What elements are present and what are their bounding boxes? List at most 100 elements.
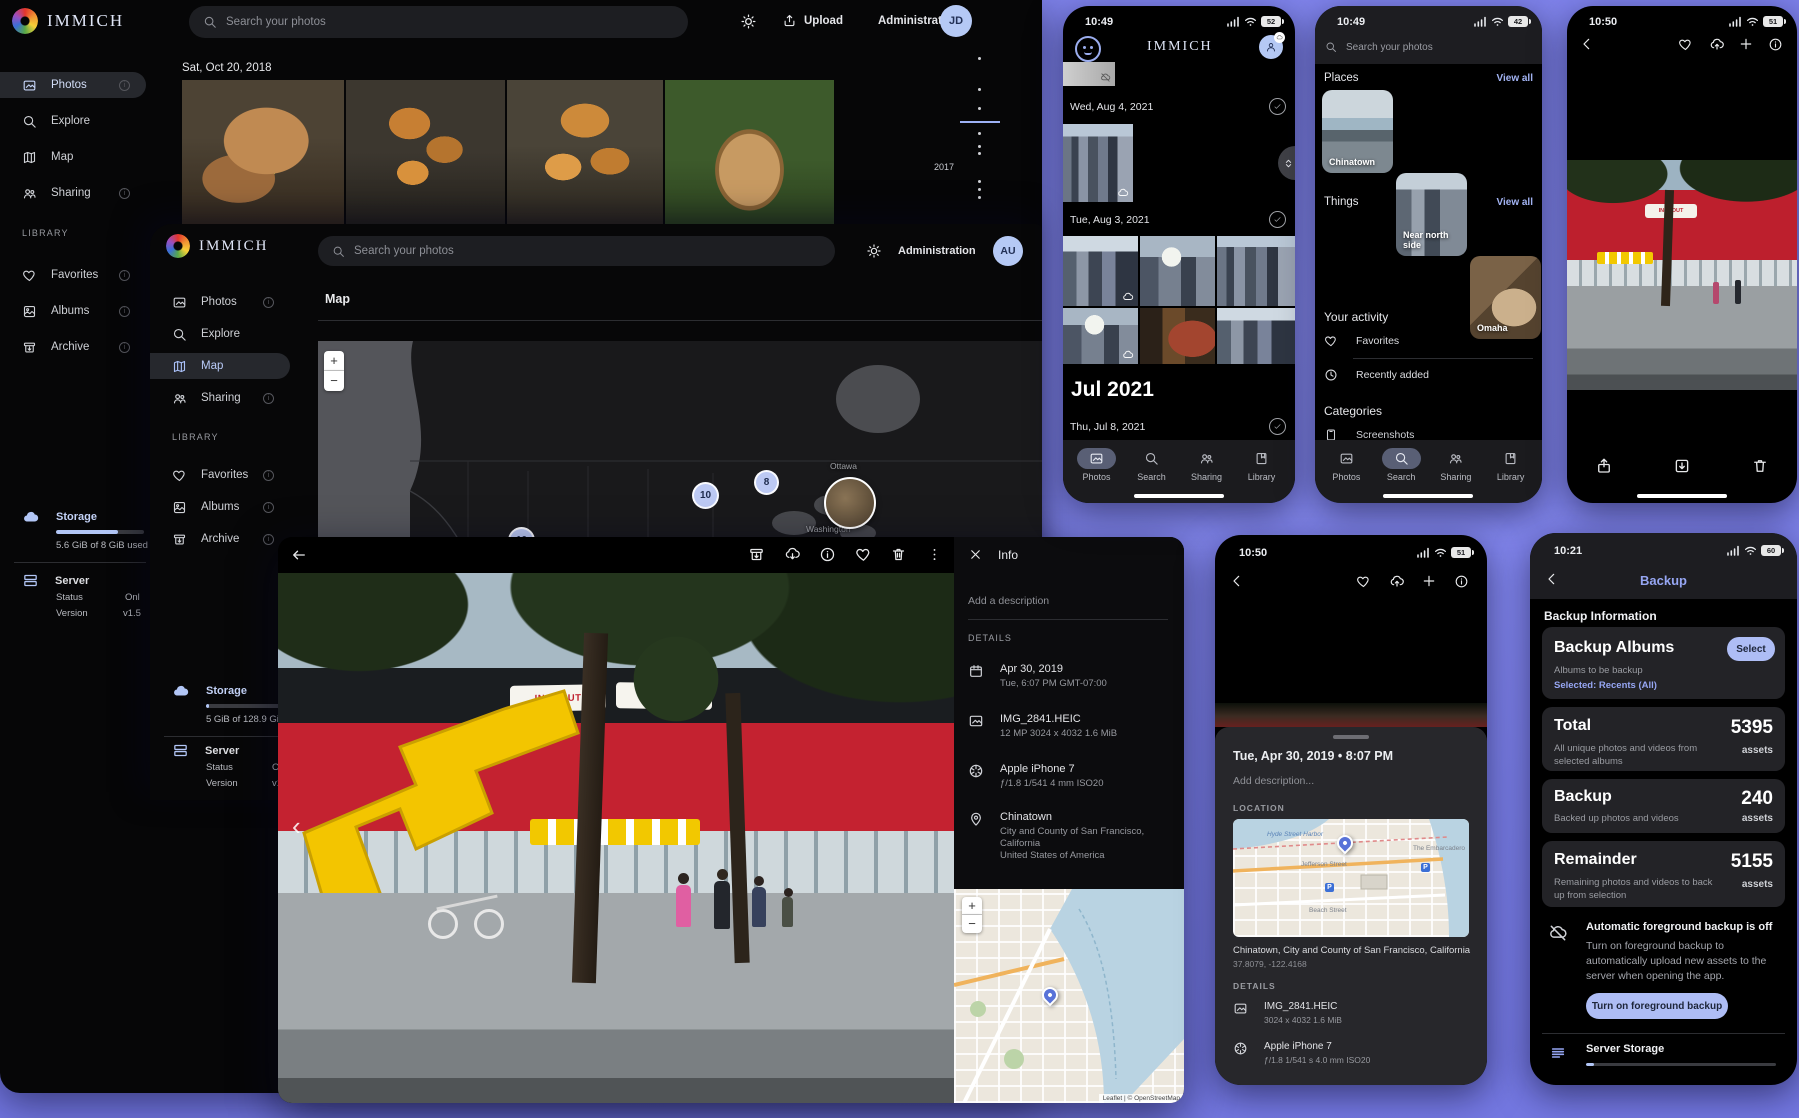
info-button[interactable] [1768, 37, 1783, 52]
zoom-in-button[interactable]: + [962, 897, 982, 915]
add-button[interactable] [1421, 573, 1437, 589]
sidebar-item-photos[interactable]: Photos i [0, 72, 146, 98]
photo-viewer[interactable]: IN-N-OUT IN-N-OUT ‹ [278, 573, 954, 1103]
photo-thumbnail[interactable] [665, 80, 834, 225]
sidebar-item-explore[interactable]: Explore [0, 108, 146, 134]
user-avatar-au[interactable]: AU [993, 236, 1023, 266]
upload-button[interactable] [1709, 37, 1725, 53]
view-all-link[interactable]: View all [1496, 197, 1533, 208]
sidebar-item-map[interactable]: Map [0, 144, 146, 170]
nav-photos[interactable]: Photos [1069, 448, 1124, 482]
map-cluster-marker[interactable]: 10 [692, 482, 719, 509]
place-thumbnail[interactable]: Chinatown [1322, 90, 1393, 173]
sidebar-item-explore[interactable]: Explore [150, 321, 290, 347]
pedestrian[interactable] [676, 885, 691, 927]
pedestrian[interactable] [714, 881, 730, 929]
pedestrian[interactable] [782, 897, 793, 927]
place-thumbnail[interactable]: Near north side [1396, 173, 1467, 256]
place-thumbnail[interactable]: Omaha [1470, 256, 1541, 339]
theme-toggle-button[interactable] [740, 13, 757, 30]
map-attribution[interactable]: Leaflet | © OpenStreetMap [1099, 1094, 1184, 1103]
view-all-link[interactable]: View all [1496, 73, 1533, 84]
activity-favorites[interactable]: Favorites [1324, 334, 1399, 348]
previous-photo-chevron[interactable]: ‹ [292, 811, 301, 842]
select-group-button[interactable] [1269, 211, 1286, 228]
location-address[interactable]: Chinatown, City and County of San Franci… [1233, 945, 1471, 956]
activity-recently-added[interactable]: Recently added [1324, 368, 1429, 382]
sidebar-item-sharing[interactable]: Sharing i [150, 385, 290, 411]
more-options-button[interactable] [926, 546, 943, 563]
nav-sharing[interactable]: Sharing [1429, 448, 1484, 482]
add-button[interactable] [1738, 36, 1754, 52]
photo-tile[interactable] [1140, 236, 1215, 306]
sidebar-item-photos[interactable]: Photos i [150, 289, 290, 315]
info-button[interactable] [819, 546, 836, 563]
location-map[interactable]: Hyde Street Harbor The Embarcadero Jeffe… [1233, 819, 1469, 937]
share-button[interactable] [1595, 457, 1613, 475]
favorite-button[interactable] [1356, 574, 1371, 589]
detail-date-row[interactable]: Apr 30, 2019 Tue, 6:07 PM GMT-07:00 [968, 663, 1107, 689]
nav-library[interactable]: Library [1483, 448, 1538, 482]
photo-tile[interactable] [1063, 124, 1133, 202]
photo-tile[interactable] [1063, 236, 1138, 306]
photo-viewer[interactable]: IN-N-OUT [1567, 160, 1797, 390]
back-button[interactable] [290, 546, 308, 564]
nav-sharing[interactable]: Sharing [1179, 448, 1234, 482]
nav-library[interactable]: Library [1234, 448, 1289, 482]
zoom-in-button[interactable]: + [324, 351, 344, 371]
photo-thumbnail[interactable] [182, 80, 344, 225]
photo-thumbnail[interactable] [346, 80, 505, 225]
close-info-button[interactable] [968, 547, 983, 562]
photo-tile[interactable] [1217, 308, 1295, 364]
timeline-scrubber[interactable]: 2017 [928, 50, 998, 220]
turn-on-backup-button[interactable]: Turn on foreground backup [1586, 993, 1728, 1019]
sidebar-item-albums[interactable]: Albums i [150, 494, 290, 520]
upload-button[interactable] [1389, 574, 1405, 590]
pedestrian[interactable] [752, 887, 766, 927]
zoom-out-button[interactable]: − [324, 371, 344, 391]
photo-tile[interactable] [1063, 62, 1115, 86]
nav-photos[interactable]: Photos [1319, 448, 1374, 482]
back-button[interactable] [1229, 573, 1245, 589]
back-button[interactable] [1579, 36, 1595, 52]
select-group-button[interactable] [1269, 418, 1286, 435]
delete-button[interactable] [890, 546, 907, 563]
sidebar-item-favorites[interactable]: Favorites i [150, 462, 290, 488]
upload-button[interactable]: Upload [782, 13, 843, 28]
user-avatar[interactable] [1259, 35, 1283, 59]
map-cluster-marker[interactable]: 8 [754, 470, 779, 495]
search-input[interactable]: Search your photos [318, 236, 835, 266]
download-button[interactable] [784, 546, 801, 563]
sidebar-item-map[interactable]: Map [150, 353, 290, 379]
sidebar-item-archive[interactable]: Archive i [150, 526, 290, 552]
description-input[interactable]: Add a description [968, 595, 1049, 607]
immich-logo[interactable]: IMMICH [166, 234, 269, 258]
nav-search[interactable]: Search [1374, 448, 1429, 482]
sidebar-item-albums[interactable]: Albums i [0, 298, 146, 324]
nav-search[interactable]: Search [1124, 448, 1179, 482]
immich-logo[interactable]: IMMICH [12, 8, 124, 34]
photo-tile[interactable] [1217, 236, 1295, 306]
sidebar-item-sharing[interactable]: Sharing i [0, 180, 146, 206]
archive-button[interactable] [1673, 457, 1691, 475]
detail-location-row[interactable]: Chinatown City and County of San Francis… [968, 811, 1144, 861]
info-button[interactable] [1454, 574, 1469, 589]
sheet-drag-handle[interactable] [1333, 735, 1369, 739]
archive-button[interactable] [748, 546, 765, 563]
timeline-scrubber-handle[interactable] [1278, 146, 1295, 180]
profile-icon[interactable] [1075, 36, 1101, 62]
photo-tile[interactable] [1140, 308, 1215, 364]
select-albums-button[interactable]: Select [1727, 637, 1775, 661]
sidebar-item-archive[interactable]: Archive i [0, 334, 146, 360]
user-avatar-jd[interactable]: JD [940, 5, 972, 37]
administration-link[interactable]: Administration [898, 245, 976, 257]
search-input[interactable]: Search your photos [1325, 36, 1532, 58]
favorite-button[interactable] [855, 546, 872, 563]
description-input[interactable]: Add description... [1233, 775, 1314, 787]
photo-tile[interactable] [1063, 308, 1138, 364]
photo-sliver[interactable] [1215, 703, 1487, 727]
photo-thumbnail[interactable] [507, 80, 663, 225]
favorite-button[interactable] [1678, 37, 1693, 52]
select-group-button[interactable] [1269, 98, 1286, 115]
delete-button[interactable] [1751, 457, 1769, 475]
